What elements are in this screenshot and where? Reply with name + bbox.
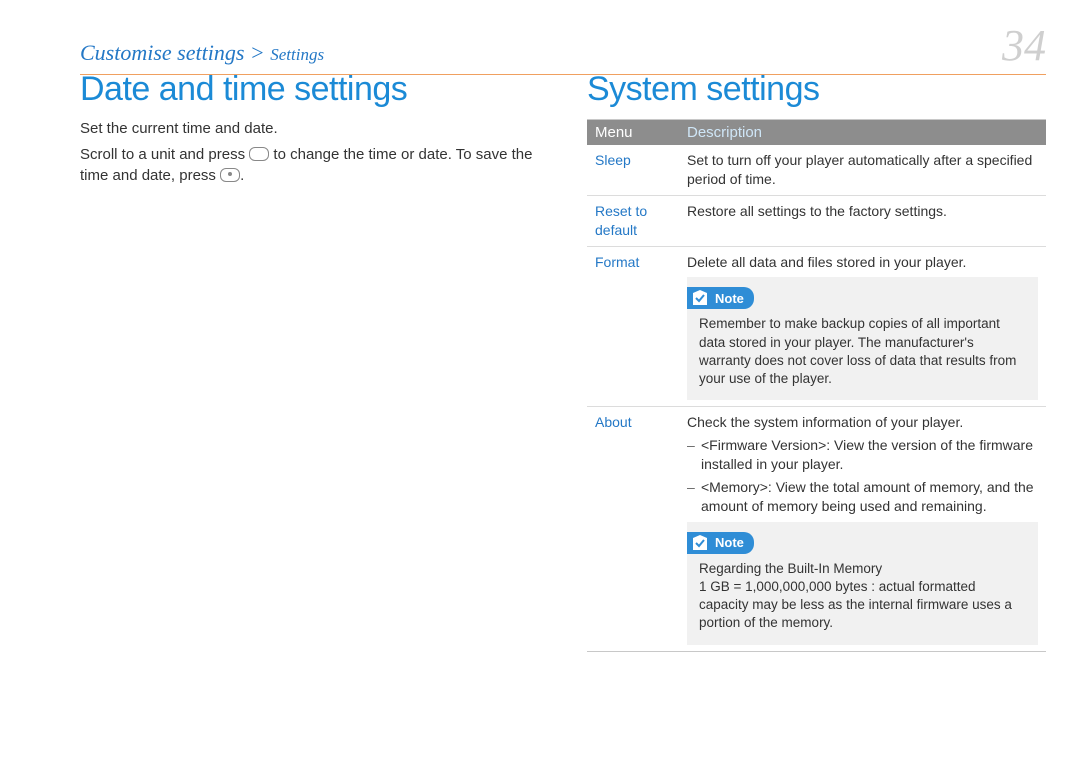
col-header-menu: Menu — [587, 120, 679, 146]
list-item: <Firmware Version>: View the version of … — [687, 436, 1038, 474]
note-badge: Note — [687, 287, 754, 309]
breadcrumb: Customise settings > Settings — [80, 40, 324, 66]
table-row: Reset to default Restore all settings to… — [587, 195, 1046, 246]
text-fragment: Scroll to a unit and press — [80, 146, 249, 163]
note-label: Note — [715, 534, 744, 552]
note-box-about: Note Regarding the Built-In Memory 1 GB … — [687, 522, 1038, 645]
page-number: 34 — [1002, 24, 1046, 68]
select-button-icon — [220, 168, 240, 182]
table-row: Sleep Set to turn off your player automa… — [587, 145, 1046, 195]
list-item: <Memory>: View the total amount of memor… — [687, 478, 1038, 516]
table-header-row: Menu Description — [587, 120, 1046, 146]
menu-desc-about: Check the system information of your pla… — [679, 407, 1046, 651]
nav-button-icon — [249, 147, 269, 161]
col-header-description: Description — [679, 120, 1046, 146]
date-time-body: Set the current time and date. Scroll to… — [80, 119, 539, 186]
breadcrumb-main: Customise settings — [80, 40, 244, 65]
left-column: Date and time settings Set the current t… — [80, 70, 539, 652]
about-intro: Check the system information of your pla… — [687, 414, 963, 430]
note-label: Note — [715, 290, 744, 308]
menu-desc-sleep: Set to turn off your player automaticall… — [679, 145, 1046, 195]
right-column: System settings Menu Description Sleep S… — [587, 70, 1046, 652]
about-bullet-list: <Firmware Version>: View the version of … — [687, 436, 1038, 516]
breadcrumb-sep: > — [244, 40, 270, 65]
text-fragment: . — [240, 167, 244, 184]
menu-label-format: Format — [587, 246, 679, 407]
table-row: Format Delete all data and files stored … — [587, 246, 1046, 407]
section-title-date-time: Date and time settings — [80, 70, 539, 109]
note-check-icon — [691, 289, 709, 307]
date-time-p2: Scroll to a unit and press to change the… — [80, 145, 539, 186]
note-heading-about: Regarding the Built-In Memory — [699, 560, 1026, 578]
table-row: About Check the system information of yo… — [587, 407, 1046, 651]
menu-label-sleep: Sleep — [587, 145, 679, 195]
page-header: Customise settings > Settings 34 — [80, 24, 1046, 75]
format-intro: Delete all data and files stored in your… — [687, 254, 966, 270]
note-text-about: 1 GB = 1,000,000,000 bytes : actual form… — [699, 578, 1026, 633]
menu-label-reset: Reset to default — [587, 195, 679, 246]
note-text-format: Remember to make backup copies of all im… — [699, 315, 1026, 388]
menu-desc-reset: Restore all settings to the factory sett… — [679, 195, 1046, 246]
system-settings-table: Menu Description Sleep Set to turn off y… — [587, 119, 1046, 652]
date-time-p1: Set the current time and date. — [80, 119, 539, 139]
menu-label-about: About — [587, 407, 679, 651]
section-title-system: System settings — [587, 70, 1046, 109]
breadcrumb-sub: Settings — [270, 45, 324, 64]
note-check-icon — [691, 534, 709, 552]
note-box-format: Note Remember to make backup copies of a… — [687, 277, 1038, 400]
menu-desc-format: Delete all data and files stored in your… — [679, 246, 1046, 407]
content-columns: Date and time settings Set the current t… — [80, 70, 1046, 652]
note-badge: Note — [687, 532, 754, 554]
